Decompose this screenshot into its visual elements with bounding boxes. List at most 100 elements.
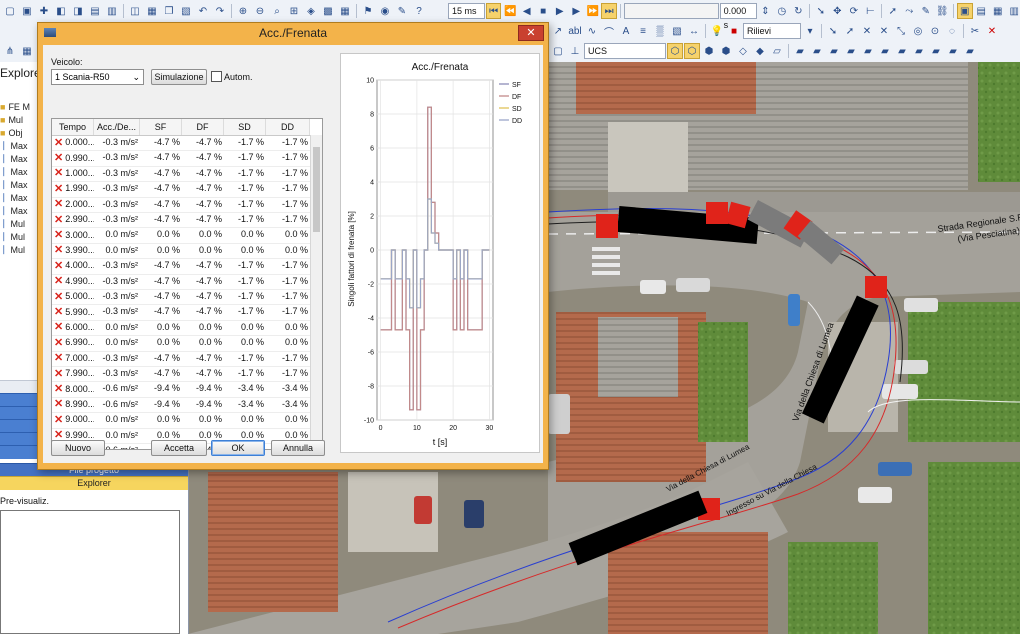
shade-7-icon[interactable]: ▰ <box>894 43 910 59</box>
table-row[interactable]: ✕ 5.990... -0.3 m/s² -4.7 % -4.7 % -1.7 % -1.7… <box>52 304 310 321</box>
explorer-item[interactable]: ❘ Max <box>0 152 28 165</box>
snap-cross-icon[interactable]: ✕ <box>876 23 892 39</box>
table-icon[interactable]: ▦ <box>990 3 1006 19</box>
column-header-dd[interactable]: DD <box>266 119 310 135</box>
explorer-item[interactable]: ❘ Max <box>0 204 28 217</box>
rotate-icon[interactable]: ⟳ <box>846 3 862 19</box>
snap-center-icon[interactable]: ⊙ <box>927 23 943 39</box>
column-header-acc[interactable]: Acc./De... <box>94 119 140 135</box>
next-frame-icon[interactable]: ▶ <box>568 3 584 19</box>
explorer-item[interactable]: ❘ Max <box>0 165 28 178</box>
delete-row-icon[interactable]: ✕ <box>54 214 63 225</box>
hatch-icon[interactable]: ▧ <box>669 23 685 39</box>
play-icon[interactable]: ▶ <box>552 3 568 19</box>
view-7-icon[interactable]: ▱ <box>769 43 785 59</box>
layer-dropdown-icon[interactable]: ▾ <box>802 23 818 39</box>
view-4-icon[interactable]: ⬢ <box>718 43 734 59</box>
table-row[interactable]: ✕ 0.000... -0.3 m/s² -4.7 % -4.7 % -1.7 % -1.7… <box>52 135 310 152</box>
simulate-button[interactable]: Simulazione <box>151 69 207 85</box>
text-icon[interactable]: A <box>618 23 634 39</box>
accept-button[interactable]: Accetta <box>151 440 207 456</box>
table-scrollbar[interactable] <box>310 135 322 449</box>
delete-row-icon[interactable]: ✕ <box>54 230 63 241</box>
explorer-item[interactable]: ❘ Max <box>0 191 28 204</box>
explorer-item[interactable]: ❘ Mul <box>0 230 25 243</box>
forward-end-icon[interactable]: ⏭ <box>601 3 617 19</box>
loop-icon[interactable]: ↻ <box>791 3 807 19</box>
column-header-sd[interactable]: SD <box>224 119 266 135</box>
shade-4-icon[interactable]: ▰ <box>843 43 859 59</box>
delete-row-icon[interactable]: ✕ <box>54 153 63 164</box>
select-arrow-icon[interactable]: ➘ <box>813 3 829 19</box>
explorer-item[interactable]: ❘ Mul <box>0 243 25 256</box>
delete-row-icon[interactable]: ✕ <box>54 353 63 364</box>
time-step-select[interactable]: 15 ms <box>448 3 485 19</box>
view-2-icon[interactable]: ⬡ <box>684 43 700 59</box>
layer-icon[interactable]: ◈ <box>303 3 319 19</box>
explorer-item[interactable]: ■ Mul <box>0 113 23 126</box>
table-row[interactable]: ✕ 8.000... -0.6 m/s² -9.4 % -9.4 % -3.4 % -3.4… <box>52 381 310 398</box>
view-3-icon[interactable]: ⬢ <box>701 43 717 59</box>
stop-icon[interactable]: ■ <box>535 3 551 19</box>
move-icon[interactable]: ✥ <box>830 3 846 19</box>
redo-icon[interactable]: ↷ <box>212 3 228 19</box>
delete-row-icon[interactable]: ✕ <box>54 384 63 395</box>
delete-row-icon[interactable]: ✕ <box>54 368 63 379</box>
camera-icon[interactable]: ◉ <box>377 3 393 19</box>
tree-icon[interactable]: ⋔ <box>2 43 18 59</box>
delete-row-icon[interactable]: ✕ <box>54 276 63 287</box>
zoom-in-icon[interactable]: ⊕ <box>235 3 251 19</box>
delete-row-icon[interactable]: ✕ <box>54 430 63 441</box>
shade-5-icon[interactable]: ▰ <box>860 43 876 59</box>
vehicle-select[interactable]: 1 Scania-R50 ⌄ <box>51 69 144 85</box>
link-icon[interactable]: ⛓ <box>935 3 951 19</box>
open-folder-icon[interactable]: ◧ <box>53 3 69 19</box>
grid-left-icon[interactable]: ▦ <box>19 43 35 59</box>
copy-icon[interactable]: ❐ <box>161 3 177 19</box>
line-style-icon[interactable]: ≡ <box>635 23 651 39</box>
delete-row-icon[interactable]: ✕ <box>54 245 63 256</box>
table-row[interactable]: ✕ 4.990... -0.3 m/s² -4.7 % -4.7 % -1.7 % -1.7… <box>52 274 310 290</box>
shade-11-icon[interactable]: ▰ <box>962 43 978 59</box>
view-5-icon[interactable]: ◇ <box>735 43 751 59</box>
tab-explorer[interactable]: Explorer <box>0 476 188 490</box>
table-row[interactable]: ✕ 8.990... -0.6 m/s² -9.4 % -9.4 % -3.4 % -3.4… <box>52 397 310 414</box>
spline-icon[interactable]: ⌒ <box>601 23 617 39</box>
shade-10-icon[interactable]: ▰ <box>945 43 961 59</box>
close-button[interactable]: ✕ <box>518 25 544 41</box>
table-row[interactable]: ✕ 3.990... 0.0 m/s² 0.0 % 0.0 % 0.0 % 0.0 % <box>52 243 310 260</box>
delete-row-icon[interactable]: ✕ <box>54 291 63 302</box>
table-row[interactable]: ✕ 4.000... -0.3 m/s² -4.7 % -4.7 % -1.7 % -1.7… <box>52 258 310 275</box>
timeline-slider[interactable] <box>623 3 719 19</box>
table-row[interactable]: ✕ 1.000... -0.3 m/s² -4.7 % -4.7 % -1.7 % -1.7… <box>52 166 310 183</box>
explorer-item[interactable]: ■ Obj <box>0 126 22 139</box>
table-row[interactable]: ✕ 2.990... -0.3 m/s² -4.7 % -4.7 % -1.7 % -1.7… <box>52 212 310 229</box>
text-style-icon[interactable]: abl <box>567 23 583 39</box>
light-bulb-icon[interactable]: 💡 <box>709 23 725 39</box>
print-preview-icon[interactable]: ◫ <box>127 3 143 19</box>
paste-icon[interactable]: ▧ <box>178 3 194 19</box>
snap-circle-icon[interactable]: ◎ <box>910 23 926 39</box>
zoom-window-icon[interactable]: ⌕ <box>269 3 285 19</box>
shade-6-icon[interactable]: ▰ <box>877 43 893 59</box>
plugin-icon[interactable]: ✚ <box>36 3 52 19</box>
rewind-start-icon[interactable]: ⏮ <box>485 3 502 19</box>
layer-select[interactable]: Rilievi <box>743 23 801 39</box>
column-header-sf[interactable]: SF <box>140 119 182 135</box>
undo-icon[interactable]: ↶ <box>195 3 211 19</box>
delete-row-icon[interactable]: ✕ <box>54 183 63 194</box>
shade-1-icon[interactable]: ▰ <box>792 43 808 59</box>
dimension-icon[interactable]: ↔ <box>686 23 702 39</box>
shade-9-icon[interactable]: ▰ <box>928 43 944 59</box>
save-as-icon[interactable]: ▥ <box>104 3 120 19</box>
curve-icon[interactable]: ∿ <box>584 23 600 39</box>
step-forward-icon[interactable]: ⏩ <box>585 3 601 19</box>
table-row[interactable]: ✕ 1.990... -0.3 m/s² -4.7 % -4.7 % -1.7 % -1.7… <box>52 181 310 198</box>
table-row[interactable]: ✕ 7.000... -0.3 m/s² -4.7 % -4.7 % -1.7 % -1.7… <box>52 351 310 367</box>
new-file-icon[interactable]: ▢ <box>2 3 18 19</box>
track-icon[interactable]: ⤳ <box>902 3 918 19</box>
open-file-icon[interactable]: ◨ <box>70 3 86 19</box>
table-row[interactable]: ✕ 9.000... 0.0 m/s² 0.0 % 0.0 % 0.0 % 0.0 % <box>52 412 310 429</box>
pointer-add-icon[interactable]: ➚ <box>842 23 858 39</box>
spin-icon[interactable]: ⇕ <box>758 3 774 19</box>
